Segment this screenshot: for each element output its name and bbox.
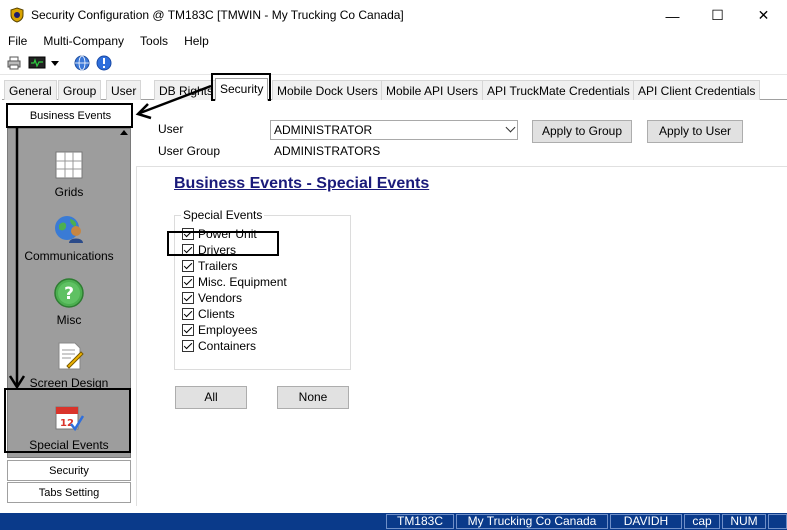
checkbox-clients[interactable]: Clients [182, 306, 235, 321]
none-button[interactable]: None [277, 386, 349, 409]
monitor-icon[interactable] [28, 55, 46, 71]
tab-mobile-api-users[interactable]: Mobile API Users [381, 80, 484, 100]
sidebar-button-security[interactable]: Security [7, 460, 131, 481]
sidebar-item-misc[interactable]: ? Misc [8, 277, 130, 327]
checkbox-trailers[interactable]: Trailers [182, 258, 238, 273]
checkbox-label: Power Unit [198, 226, 257, 241]
dropdown-icon[interactable] [50, 55, 60, 71]
checkbox-label: Containers [198, 338, 257, 353]
apply-to-group-button[interactable]: Apply to Group [532, 120, 632, 143]
window-title: Security Configuration @ TM183C [TMWIN -… [31, 8, 404, 22]
sidebar-item-communications[interactable]: Communications [8, 213, 130, 263]
checkbox-box[interactable] [182, 227, 194, 240]
apply-to-user-button[interactable]: Apply to User [647, 120, 743, 143]
tab-api-client-credentials[interactable]: API Client Credentials [633, 80, 761, 100]
sidebar-item-label: Communications [24, 249, 114, 263]
checkbox-box[interactable] [182, 307, 194, 320]
minimize-button[interactable]: — [650, 0, 695, 31]
sidebar-item-label: Grids [54, 185, 84, 199]
sidebar-item-label: Misc [56, 313, 82, 327]
sidebar-item-special-events[interactable]: 12 Special Events [8, 402, 130, 452]
checkbox-power-unit[interactable]: Power Unit [182, 226, 257, 241]
menu-help[interactable]: Help [176, 31, 217, 51]
checkbox-label: Clients [198, 306, 235, 321]
user-group-label: User Group [158, 144, 221, 158]
print-icon[interactable] [6, 55, 22, 71]
checkbox-box[interactable] [182, 323, 194, 336]
screen-design-icon [58, 342, 84, 370]
status-num: NUM [722, 514, 766, 529]
checkbox-vendors[interactable]: Vendors [182, 290, 242, 305]
tab-security[interactable]: Security [215, 78, 269, 101]
tab-db-rights[interactable]: DB Rights [154, 80, 219, 100]
groupbox-title: Special Events [181, 208, 265, 222]
status-bar: TM183C My Trucking Co Canada DAVIDH cap … [0, 513, 787, 530]
svg-text:?: ? [64, 284, 74, 304]
checkbox-drivers[interactable]: Drivers [182, 242, 236, 257]
sidebar-panel: Grids Communications ? Misc Screen Desig… [7, 128, 131, 458]
section-title: Business Events - Special Events [174, 175, 430, 192]
tab-general[interactable]: General [4, 80, 57, 100]
scroll-up-icon[interactable] [120, 130, 128, 135]
tab-bar: General Group User DB Rights Security Mo… [2, 78, 787, 101]
checkbox-box[interactable] [182, 275, 194, 288]
help-icon: ? [54, 278, 84, 308]
checkbox-containers[interactable]: Containers [182, 338, 256, 353]
user-label: User [158, 122, 184, 136]
status-server: TM183C [386, 514, 454, 529]
status-user: DAVIDH [610, 514, 682, 529]
sidebar-item-grids[interactable]: Grids [8, 149, 130, 199]
maximize-button[interactable]: ☐ [695, 0, 740, 31]
menu-file[interactable]: File [0, 31, 35, 51]
sidebar-item-label: Special Events [29, 438, 109, 452]
communications-icon [55, 216, 83, 243]
user-select[interactable]: ADMINISTRATOR [270, 120, 518, 140]
tab-user[interactable]: User [106, 80, 142, 100]
tab-mobile-dock-users[interactable]: Mobile Dock Users [272, 80, 383, 100]
toolbar [0, 51, 787, 75]
checkbox-label: Drivers [198, 242, 236, 257]
main-panel: User ADMINISTRATOR User Group ADMINISTRA… [136, 104, 787, 506]
title-bar: Security Configuration @ TM183C [TMWIN -… [0, 0, 787, 31]
calendar-icon: 12 [55, 406, 85, 432]
menu-multi-company[interactable]: Multi-Company [35, 31, 132, 51]
info-icon[interactable] [96, 55, 112, 71]
close-button[interactable]: ✕ [741, 0, 786, 31]
chevron-down-icon[interactable] [505, 122, 516, 133]
checkbox-box[interactable] [182, 259, 194, 272]
globe-icon[interactable] [74, 55, 90, 71]
checkbox-employees[interactable]: Employees [182, 322, 257, 337]
checkbox-label: Employees [198, 322, 258, 337]
sidebar-item-label: Screen Design [29, 376, 109, 390]
checkbox-box[interactable] [182, 291, 194, 304]
checkbox-label: Trailers [198, 258, 238, 273]
sidebar-button-tabs-setting[interactable]: Tabs Setting [7, 482, 131, 503]
tab-api-truckmate-credentials[interactable]: API TruckMate Credentials [482, 80, 635, 100]
app-icon [10, 7, 24, 23]
all-button[interactable]: All [175, 386, 247, 409]
special-events-panel: Business Events - Special Events Special… [136, 166, 787, 506]
sidebar: Business Events Grids Communications ? M… [4, 104, 134, 506]
sidebar-header-business-events[interactable]: Business Events [7, 104, 134, 128]
user-select-value: ADMINISTRATOR [274, 123, 373, 137]
user-group-value: ADMINISTRATORS [274, 144, 381, 158]
checkbox-label: Vendors [198, 290, 243, 305]
status-company: My Trucking Co Canada [456, 514, 608, 529]
menu-bar: File Multi-Company Tools Help [0, 31, 787, 51]
sidebar-item-screen-design[interactable]: Screen Design [8, 340, 130, 390]
status-caps: cap [684, 514, 720, 529]
checkbox-label: Misc. Equipment [198, 274, 287, 289]
menu-tools[interactable]: Tools [132, 31, 176, 51]
grid-icon [55, 151, 83, 179]
status-grip [768, 514, 787, 529]
checkbox-box[interactable] [182, 339, 194, 352]
checkbox-misc-equipment[interactable]: Misc. Equipment [182, 274, 287, 289]
tab-group[interactable]: Group [58, 80, 102, 100]
checkbox-box[interactable] [182, 243, 194, 256]
